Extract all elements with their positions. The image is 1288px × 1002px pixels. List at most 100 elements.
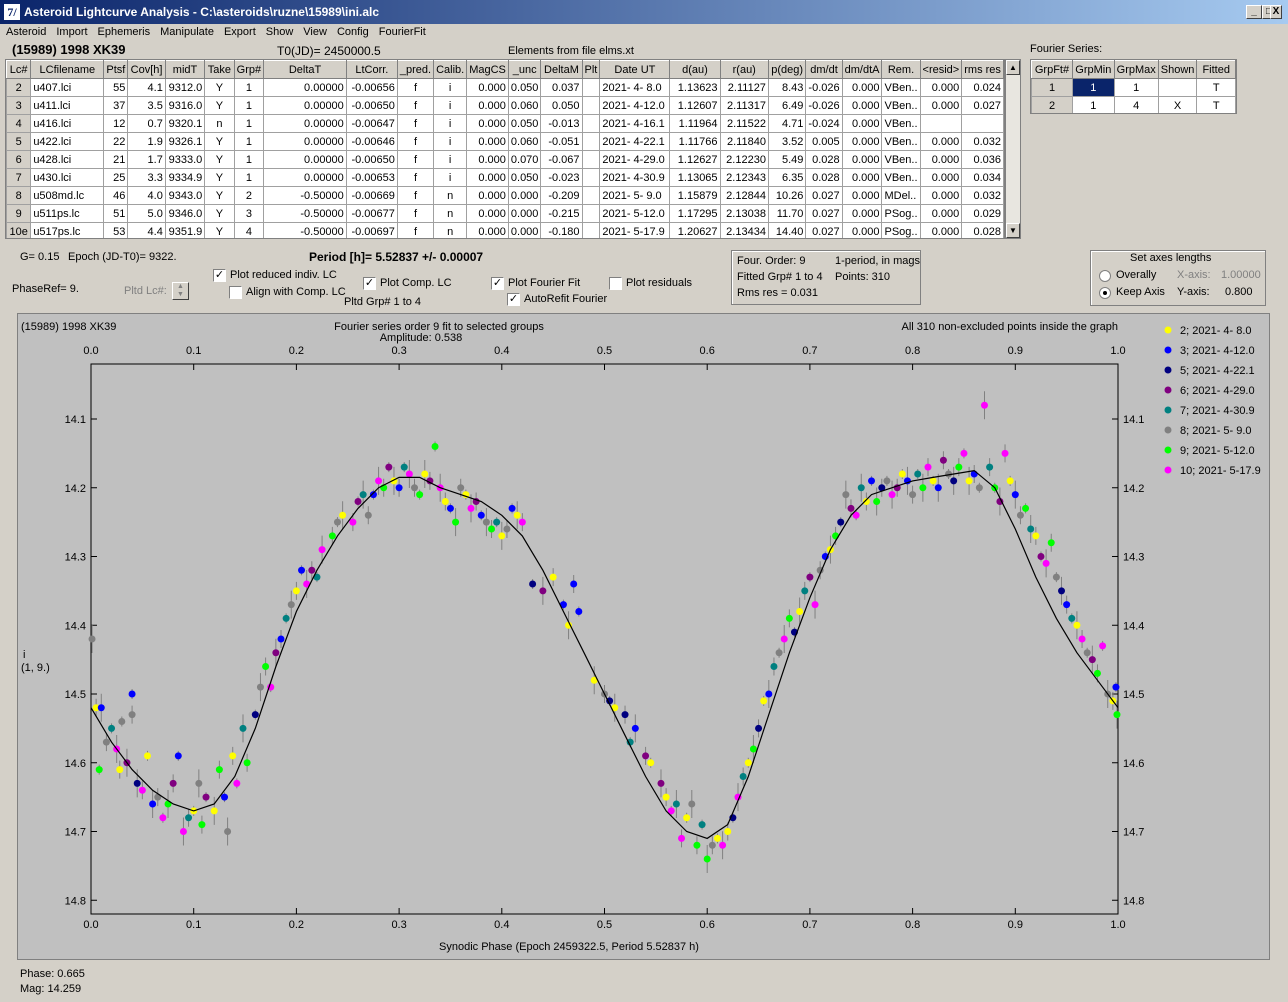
keep-axis-radio[interactable] bbox=[1099, 287, 1111, 299]
fourier-col-header[interactable]: GrpMax bbox=[1113, 60, 1159, 79]
table-cell[interactable]: Y bbox=[204, 204, 235, 223]
table-cell[interactable]: u511ps.lc bbox=[30, 204, 105, 223]
table-cell[interactable]: 3.3 bbox=[127, 168, 166, 187]
table-cell[interactable]: 0.027 bbox=[805, 204, 843, 223]
table-cell[interactable]: 0.050 bbox=[507, 168, 542, 187]
table-cell[interactable]: 2021- 4- 8.0 bbox=[599, 78, 671, 97]
table-cell[interactable]: u428.lci bbox=[30, 150, 105, 169]
table-cell[interactable]: Y bbox=[204, 168, 235, 187]
table-cell[interactable]: 53 bbox=[103, 222, 129, 238]
table-cell[interactable]: 4.0 bbox=[127, 186, 166, 205]
column-header[interactable]: <resid> bbox=[919, 60, 963, 79]
table-cell[interactable]: -0.50000 bbox=[263, 204, 347, 223]
table-cell[interactable]: 0.000 bbox=[466, 186, 509, 205]
table-cell[interactable]: 0.034 bbox=[961, 168, 1004, 187]
table-cell[interactable]: i bbox=[433, 96, 468, 115]
column-header[interactable]: Plt bbox=[581, 60, 601, 79]
table-cell[interactable]: u422.lci bbox=[30, 132, 105, 151]
table-cell[interactable]: 2.13434 bbox=[719, 222, 769, 238]
table-cell[interactable]: 0.000 bbox=[919, 222, 963, 238]
table-cell[interactable]: -0.00697 bbox=[345, 222, 398, 238]
column-header[interactable]: r(au) bbox=[719, 60, 769, 79]
table-cell[interactable]: 25 bbox=[103, 168, 129, 187]
table-cell[interactable]: i bbox=[433, 168, 468, 187]
table-cell[interactable]: 37 bbox=[103, 96, 129, 115]
table-cell[interactable]: -0.067 bbox=[540, 150, 583, 169]
close-button[interactable]: X bbox=[1270, 5, 1282, 19]
table-cell[interactable]: u508md.lc bbox=[30, 186, 105, 205]
table-cell[interactable]: 0.000 bbox=[919, 204, 963, 223]
table-cell[interactable]: 6 bbox=[6, 150, 32, 169]
table-cell[interactable]: 0.000 bbox=[466, 204, 509, 223]
table-cell[interactable]: 2.12230 bbox=[719, 150, 769, 169]
table-cell[interactable] bbox=[919, 114, 963, 133]
column-header[interactable]: LtCorr. bbox=[345, 60, 398, 79]
table-cell[interactable]: 8 bbox=[6, 186, 32, 205]
table-cell[interactable]: f bbox=[396, 168, 435, 187]
table-cell[interactable]: f bbox=[396, 132, 435, 151]
minimize-button[interactable]: _ bbox=[1246, 5, 1262, 19]
table-cell[interactable]: u430.lci bbox=[30, 168, 105, 187]
table-cell[interactable]: 2 bbox=[6, 78, 32, 97]
table-cell[interactable]: -0.50000 bbox=[263, 222, 347, 238]
table-cell[interactable]: u407.lci bbox=[30, 78, 105, 97]
table-cell[interactable]: 0.024 bbox=[961, 78, 1004, 97]
table-cell[interactable]: n bbox=[433, 186, 468, 205]
column-header[interactable]: Calib. bbox=[433, 60, 468, 79]
table-cell[interactable]: 4 bbox=[233, 222, 265, 238]
table-cell[interactable]: u411.lci bbox=[30, 96, 105, 115]
autorefit-checkbox[interactable]: ✓ bbox=[507, 293, 520, 306]
table-cell[interactable]: -0.023 bbox=[540, 168, 583, 187]
plot-fourier-checkbox[interactable]: ✓ bbox=[491, 277, 504, 290]
table-cell[interactable]: 9346.0 bbox=[164, 204, 206, 223]
table-cell[interactable]: 2.11317 bbox=[719, 96, 769, 115]
table-cell[interactable]: f bbox=[396, 78, 435, 97]
column-header[interactable]: Take bbox=[204, 60, 235, 79]
table-row[interactable]: 3 u411.lci 37 3.5 9316.0 Y 1 0.00000 -0.00650 f i 0… bbox=[6, 96, 1004, 115]
table-cell[interactable]: f bbox=[396, 186, 435, 205]
table-cell[interactable]: 4.1 bbox=[127, 78, 166, 97]
fourier-col-header[interactable]: Fitted bbox=[1196, 60, 1236, 79]
column-header[interactable]: DeltaM bbox=[540, 60, 583, 79]
table-cell[interactable]: 0.00000 bbox=[263, 114, 347, 133]
table-cell[interactable]: -0.00650 bbox=[345, 150, 398, 169]
table-cell[interactable]: 9326.1 bbox=[164, 132, 206, 151]
table-cell[interactable]: PSog.. bbox=[881, 204, 921, 223]
table-cell[interactable]: Y bbox=[204, 150, 235, 169]
table-cell[interactable]: 2021- 5-12.0 bbox=[599, 204, 671, 223]
table-cell[interactable]: 0.032 bbox=[961, 132, 1004, 151]
table-cell[interactable] bbox=[961, 114, 1004, 133]
fourier-series-table[interactable]: GrpFt# GrpMin GrpMax Shown Fitted 1 1 1 … bbox=[1030, 59, 1237, 114]
fourier-cell[interactable]: T bbox=[1196, 96, 1236, 113]
table-cell[interactable]: VBen.. bbox=[881, 78, 921, 97]
table-cell[interactable]: -0.00650 bbox=[345, 96, 398, 115]
table-cell[interactable] bbox=[581, 186, 601, 205]
table-cell[interactable]: Y bbox=[204, 78, 235, 97]
table-cell[interactable]: 6.35 bbox=[767, 168, 807, 187]
table-cell[interactable]: 0.028 bbox=[805, 168, 843, 187]
table-cell[interactable]: f bbox=[396, 114, 435, 133]
column-header[interactable]: LCfilename bbox=[30, 60, 105, 79]
table-cell[interactable]: i bbox=[433, 150, 468, 169]
column-header[interactable]: DeltaT bbox=[263, 60, 347, 79]
table-cell[interactable]: 1.12607 bbox=[669, 96, 721, 115]
table-cell[interactable] bbox=[581, 204, 601, 223]
table-cell[interactable]: i bbox=[433, 114, 468, 133]
table-cell[interactable]: 0.00000 bbox=[263, 168, 347, 187]
table-cell[interactable]: 0.00000 bbox=[263, 96, 347, 115]
table-cell[interactable]: VBen.. bbox=[881, 150, 921, 169]
table-cell[interactable]: 2021- 4-22.1 bbox=[599, 132, 671, 151]
table-cell[interactable]: 0.000 bbox=[466, 96, 509, 115]
column-header[interactable]: Lc# bbox=[6, 60, 32, 79]
table-cell[interactable]: -0.215 bbox=[540, 204, 583, 223]
table-row[interactable]: 8 u508md.lc 46 4.0 9343.0 Y 2 -0.50000 -0.00669 f… bbox=[6, 186, 1004, 205]
table-cell[interactable]: 0.7 bbox=[127, 114, 166, 133]
table-cell[interactable]: 0.032 bbox=[961, 186, 1004, 205]
table-cell[interactable]: 0.00000 bbox=[263, 78, 347, 97]
menu-config[interactable]: Config bbox=[337, 26, 369, 38]
fourier-cell[interactable]: 1 bbox=[1113, 78, 1159, 97]
table-cell[interactable]: 14.40 bbox=[767, 222, 807, 238]
table-cell[interactable]: 0.050 bbox=[507, 114, 542, 133]
table-cell[interactable] bbox=[581, 168, 601, 187]
table-cell[interactable]: -0.026 bbox=[805, 78, 843, 97]
